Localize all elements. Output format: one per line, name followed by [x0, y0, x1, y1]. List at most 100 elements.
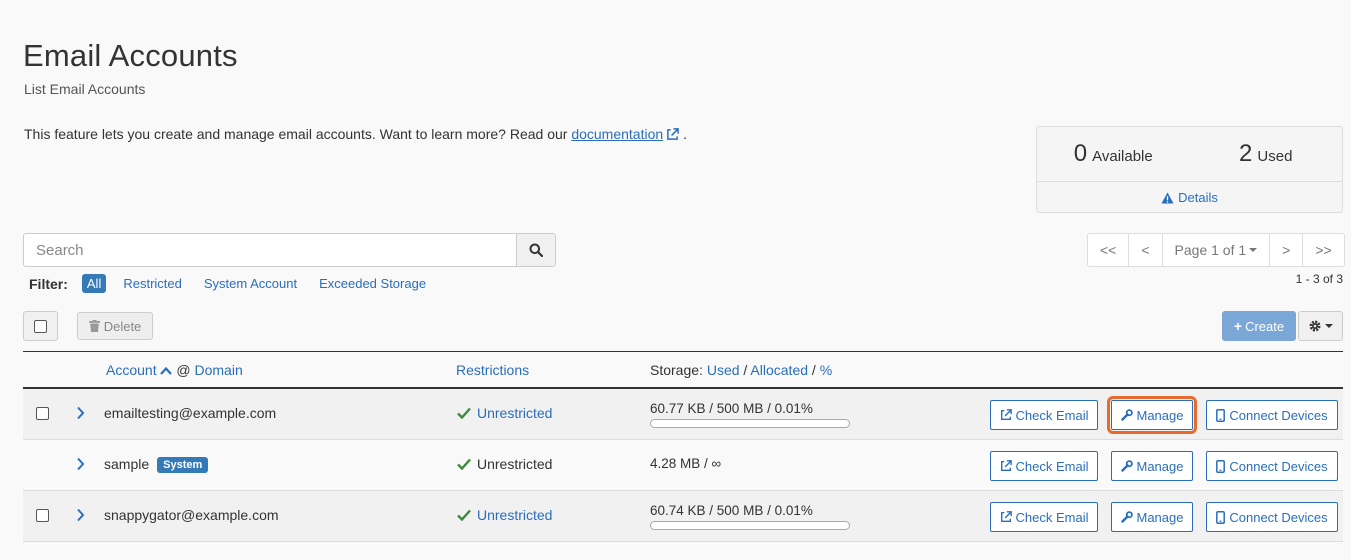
sort-used-link[interactable]: Used — [707, 362, 740, 378]
storage-text: 60.77 KB / 500 MB / 0.01% — [650, 401, 813, 416]
search-input[interactable] — [24, 234, 516, 266]
details-link[interactable]: Details — [1037, 182, 1342, 213]
connect-devices-label: Connect Devices — [1229, 458, 1328, 474]
sort-allocated-link[interactable]: Allocated — [750, 362, 808, 378]
external-link-icon[interactable] — [666, 128, 679, 144]
connect-devices-label: Connect Devices — [1229, 407, 1328, 423]
restriction-status: Unrestricted — [457, 405, 552, 421]
intro-text-body: This feature lets you create and manage … — [24, 126, 572, 142]
page-subtitle: List Email Accounts — [24, 81, 146, 97]
restriction-text: Unrestricted — [477, 456, 553, 472]
restriction-link[interactable]: Unrestricted — [477, 405, 552, 421]
manage-label: Manage — [1136, 407, 1184, 423]
stat-available: 0 Available — [1037, 140, 1190, 168]
intro-text: This feature lets you create and manage … — [24, 126, 687, 144]
account-name-cell: sample System — [104, 456, 209, 473]
account-name: snappygator@example.com — [104, 507, 279, 523]
manage-label: Manage — [1136, 509, 1184, 525]
chevron-right-icon[interactable] — [76, 406, 85, 420]
details-label: Details — [1178, 190, 1218, 205]
caret-down-icon — [1325, 324, 1333, 328]
manage-button[interactable]: Manage — [1111, 502, 1193, 532]
filter-exceeded-storage[interactable]: Exceeded Storage — [319, 276, 426, 291]
select-all-button[interactable] — [23, 311, 58, 341]
sort-domain-link[interactable]: Domain — [194, 362, 242, 378]
check-email-button[interactable]: Check Email — [990, 451, 1098, 481]
filter-system-account[interactable]: System Account — [204, 276, 297, 291]
used-label: Used — [1257, 148, 1293, 165]
stats-panel: 0 Available 2 Used Details — [1036, 126, 1343, 213]
table-header: Account @ Domain Restrictions Storage: U… — [23, 351, 1343, 389]
stat-used: 2 Used — [1190, 140, 1343, 168]
manage-label: Manage — [1136, 458, 1184, 474]
storage-progress-bar — [650, 521, 850, 530]
table-row: emailtesting@example.com Unrestricted 60… — [23, 389, 1343, 440]
connect-devices-button[interactable]: Connect Devices — [1206, 400, 1338, 430]
connect-devices-button[interactable]: Connect Devices — [1206, 451, 1338, 481]
row-checkbox[interactable] — [36, 407, 49, 420]
system-badge: System — [157, 457, 209, 473]
account-name: emailtesting@example.com — [104, 405, 277, 421]
filter-restricted[interactable]: Restricted — [123, 276, 182, 291]
pagination: << < Page 1 of 1 > >> — [1087, 233, 1345, 267]
header-account: Account @ Domain — [106, 362, 243, 378]
external-link-icon — [1000, 511, 1012, 522]
sort-up-icon[interactable] — [160, 366, 173, 375]
at-symbol: @ — [176, 362, 191, 378]
row-checkbox[interactable] — [36, 509, 49, 522]
documentation-link[interactable]: documentation — [571, 126, 663, 142]
storage-text: 4.28 MB / ∞ — [650, 456, 722, 471]
chevron-right-icon[interactable] — [76, 457, 85, 471]
restriction-link[interactable]: Unrestricted — [477, 507, 552, 523]
storage-text: 60.74 KB / 500 MB / 0.01% — [650, 503, 813, 518]
storage-usage: 60.77 KB / 500 MB / 0.01% — [650, 401, 850, 428]
page-select[interactable]: Page 1 of 1 — [1163, 234, 1271, 266]
mobile-icon — [1216, 408, 1226, 422]
check-icon — [457, 458, 471, 470]
account-name: sample — [104, 456, 150, 472]
table-row: snappygator@example.com Unrestricted 60.… — [23, 491, 1343, 542]
sort-percent-link[interactable]: % — [820, 362, 832, 378]
warning-icon — [1161, 191, 1174, 204]
header-storage: Storage: Used / Allocated / % — [650, 362, 832, 378]
search-bar — [23, 233, 556, 267]
wrench-icon — [1120, 511, 1133, 523]
external-link-icon — [1000, 460, 1012, 471]
settings-dropdown[interactable] — [1298, 311, 1343, 341]
plus-icon: + — [1233, 318, 1243, 334]
mobile-icon — [1216, 459, 1226, 473]
used-count: 2 — [1239, 140, 1253, 167]
page-label: Page 1 of 1 — [1174, 242, 1247, 258]
storage-usage: 60.74 KB / 500 MB / 0.01% — [650, 503, 850, 530]
connect-devices-button[interactable]: Connect Devices — [1206, 502, 1338, 532]
check-email-button[interactable]: Check Email — [990, 400, 1098, 430]
search-button[interactable] — [516, 234, 555, 266]
sort-restrictions-link[interactable]: Restrictions — [456, 362, 529, 378]
delete-button[interactable]: Delete — [77, 312, 153, 340]
first-page-button[interactable]: << — [1088, 234, 1130, 266]
last-page-button[interactable]: >> — [1303, 234, 1343, 266]
caret-down-icon — [1249, 248, 1258, 252]
filter-all[interactable]: All — [81, 274, 107, 293]
check-email-label: Check Email — [1015, 407, 1089, 423]
restriction-status: Unrestricted — [457, 507, 552, 523]
manage-button[interactable]: Manage — [1111, 451, 1193, 481]
sort-account-link[interactable]: Account — [106, 362, 157, 378]
check-email-label: Check Email — [1015, 458, 1089, 474]
select-all-checkbox[interactable] — [34, 319, 47, 333]
check-email-button[interactable]: Check Email — [990, 502, 1098, 532]
search-icon — [529, 243, 543, 257]
manage-button[interactable]: Manage — [1107, 396, 1197, 434]
create-label: Create — [1245, 318, 1285, 334]
check-icon — [457, 509, 471, 521]
create-button[interactable]: + Create — [1222, 311, 1296, 341]
chevron-right-icon[interactable] — [76, 508, 85, 522]
prev-page-button[interactable]: < — [1129, 234, 1163, 266]
next-page-button[interactable]: > — [1270, 234, 1304, 266]
connect-devices-label: Connect Devices — [1229, 509, 1328, 525]
mobile-icon — [1216, 510, 1226, 524]
intro-end: . — [683, 126, 687, 142]
filter-label: Filter: — [29, 275, 68, 292]
gear-icon — [1309, 320, 1321, 332]
header-restrictions: Restrictions — [456, 362, 529, 378]
